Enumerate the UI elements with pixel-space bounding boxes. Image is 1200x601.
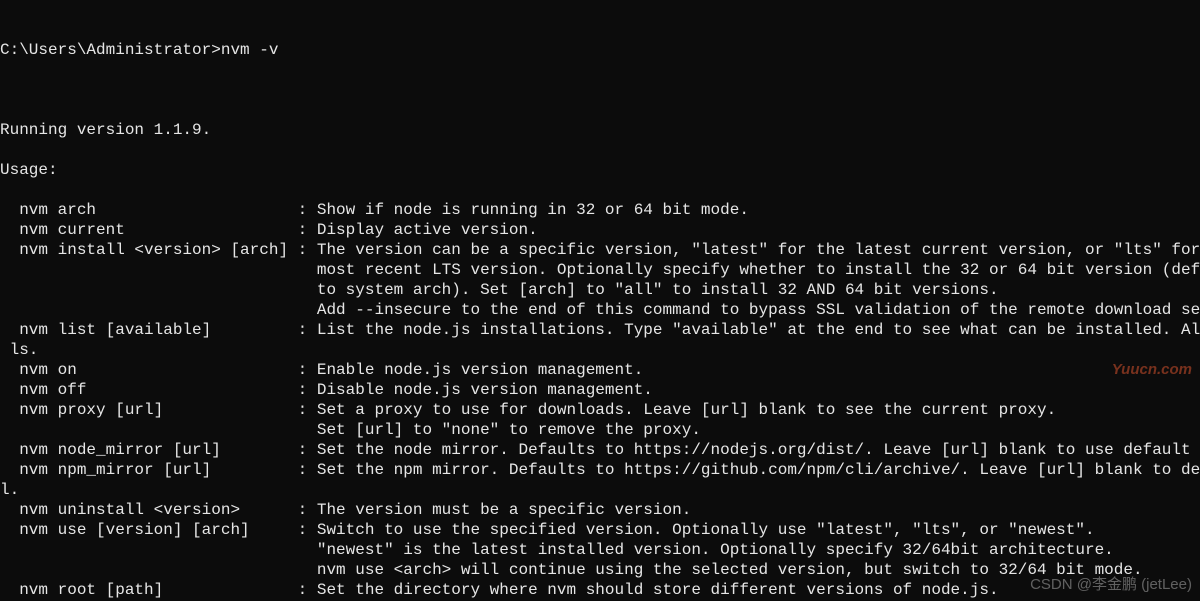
output-line: l. xyxy=(0,480,1200,500)
output-line: "newest" is the latest installed version… xyxy=(0,540,1200,560)
terminal-output[interactable]: C:\Users\Administrator>nvm -v Running ve… xyxy=(0,0,1200,601)
output-line: nvm list [available] : List the node.js … xyxy=(0,320,1200,340)
output-line: Usage: xyxy=(0,160,1200,180)
output-line: nvm off : Disable node.js version manage… xyxy=(0,380,1200,400)
output-line xyxy=(0,140,1200,160)
output-line: nvm install <version> [arch] : The versi… xyxy=(0,240,1200,260)
output-line: nvm root [path] : Set the directory wher… xyxy=(0,580,1200,600)
output-line: Set [url] to "none" to remove the proxy. xyxy=(0,420,1200,440)
output-line: Running version 1.1.9. xyxy=(0,120,1200,140)
output-line: ls. xyxy=(0,340,1200,360)
output-line: nvm npm_mirror [url] : Set the npm mirro… xyxy=(0,460,1200,480)
output-line xyxy=(0,180,1200,200)
output-line: to system arch). Set [arch] to "all" to … xyxy=(0,280,1200,300)
output-line: nvm uninstall <version> : The version mu… xyxy=(0,500,1200,520)
output-line: most recent LTS version. Optionally spec… xyxy=(0,260,1200,280)
output-line: nvm current : Display active version. xyxy=(0,220,1200,240)
output-line: nvm node_mirror [url] : Set the node mir… xyxy=(0,440,1200,460)
output-line: nvm use [version] [arch] : Switch to use… xyxy=(0,520,1200,540)
output-line xyxy=(0,100,1200,120)
output-line: nvm use <arch> will continue using the s… xyxy=(0,560,1200,580)
command-output: Running version 1.1.9. Usage: nvm arch : … xyxy=(0,100,1200,600)
output-line: nvm proxy [url] : Set a proxy to use for… xyxy=(0,400,1200,420)
output-line: nvm on : Enable node.js version manageme… xyxy=(0,360,1200,380)
output-line: nvm arch : Show if node is running in 32… xyxy=(0,200,1200,220)
typed-command: nvm -v xyxy=(221,41,279,59)
prompt-line: C:\Users\Administrator>nvm -v xyxy=(0,40,1200,60)
shell-prompt: C:\Users\Administrator> xyxy=(0,41,221,59)
output-line: Add --insecure to the end of this comman… xyxy=(0,300,1200,320)
